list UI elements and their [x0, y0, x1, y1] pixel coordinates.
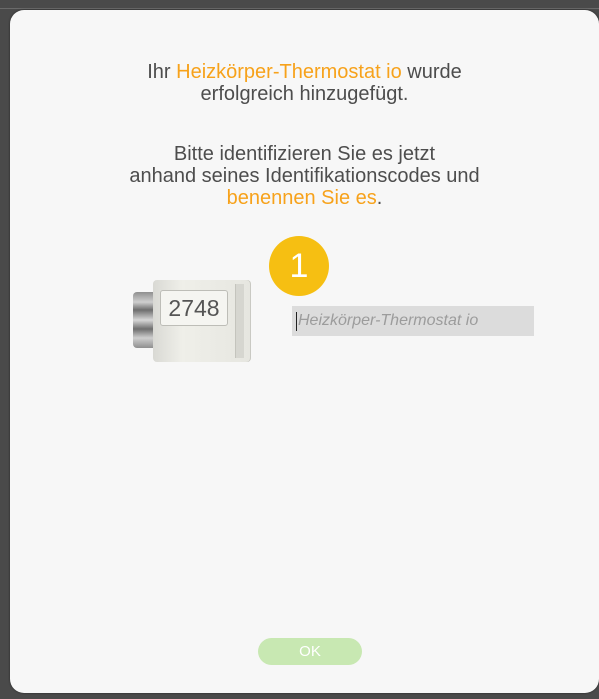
- message-suffix: wurde: [401, 61, 462, 83]
- text-cursor: [296, 312, 297, 331]
- ok-button[interactable]: OK: [258, 638, 362, 665]
- add-device-dialog: Ihr Heizkörper-Thermostat io wurde erfol…: [10, 10, 599, 693]
- instruction-line-1: Bitte identifizieren Sie es jetzt: [173, 143, 436, 165]
- instruction-accent: benennen Sie es: [226, 187, 377, 209]
- message-line-2: erfolgreich hinzugefügt.: [200, 83, 409, 105]
- step-number-badge: 1: [269, 236, 329, 296]
- identification-code: 2748: [160, 290, 228, 326]
- thermostat-body: 2748: [153, 280, 251, 362]
- success-message: Ihr Heizkörper-Thermostat io wurde erfol…: [10, 61, 599, 105]
- thermostat-device-image: 2748: [133, 280, 251, 362]
- thermostat-ridge: [235, 284, 244, 358]
- message-prefix: Ihr: [147, 61, 177, 83]
- device-type-name: Heizkörper-Thermostat io: [176, 61, 402, 83]
- thermostat-knob: [133, 292, 155, 348]
- instruction-end: .: [376, 187, 383, 209]
- instruction-line-2: anhand seines Identifikationscodes und: [129, 165, 480, 187]
- instruction-message: Bitte identifizieren Sie es jetzt anhand…: [10, 143, 599, 209]
- backdrop-divider: [0, 8, 599, 9]
- device-name-input[interactable]: [292, 306, 534, 336]
